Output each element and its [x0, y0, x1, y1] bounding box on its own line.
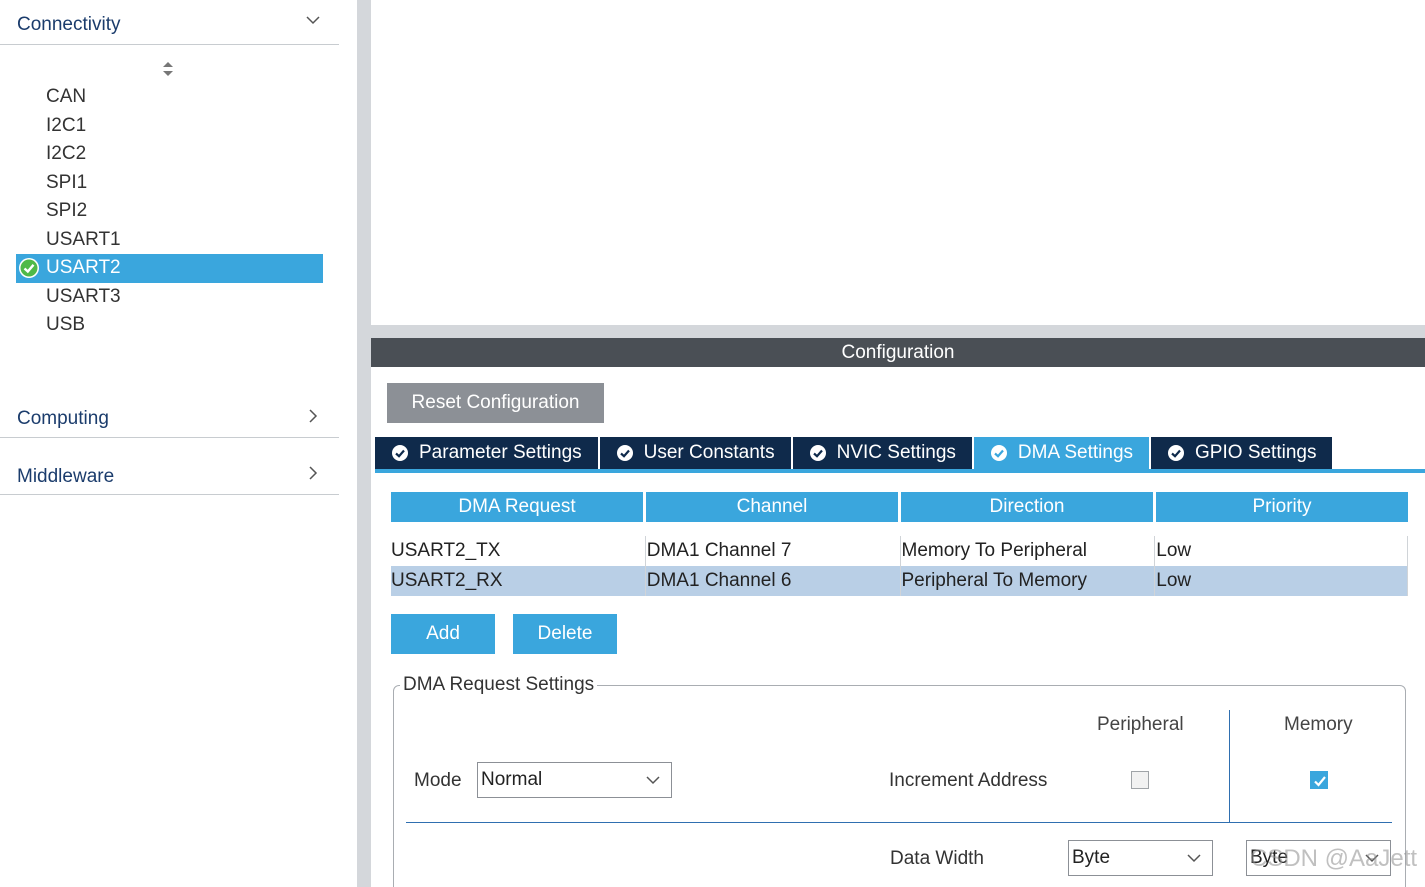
checkmark-icon: [1314, 776, 1326, 787]
column-divider: [1229, 710, 1230, 822]
category-panel: Connectivity CAN I2C1 I2C2 SPI1 SPI2 USA…: [0, 0, 357, 887]
dma-request-table: DMA Request Channel Direction Priority U…: [391, 492, 1408, 596]
peripheral-column-label: Peripheral: [1097, 714, 1184, 735]
tab-label: NVIC Settings: [836, 442, 956, 463]
peripheral-item-spi2[interactable]: SPI2: [16, 197, 323, 226]
cell-direction[interactable]: Memory To Peripheral: [901, 536, 1156, 566]
chevron-down-icon: [1187, 854, 1201, 863]
table-row[interactable]: USART2_TX DMA1 Channel 7 Memory To Perip…: [391, 536, 1407, 566]
peripheral-label: USART3: [46, 285, 121, 307]
peripheral-item-usart1[interactable]: USART1: [16, 226, 323, 255]
section-divider: [406, 822, 1392, 823]
tab-label: Parameter Settings: [419, 442, 582, 463]
peripheral-item-usart3[interactable]: USART3: [16, 283, 323, 312]
peripheral-list: CAN I2C1 I2C2 SPI1 SPI2 USART1 USART2 US…: [16, 83, 323, 340]
cell-channel[interactable]: DMA1 Channel 6: [646, 566, 901, 596]
data-width-peripheral-value: Byte: [1072, 847, 1111, 868]
memory-column-label: Memory: [1284, 714, 1353, 735]
peripheral-label: USB: [46, 314, 86, 335]
peripheral-item-i2c2[interactable]: I2C2: [16, 140, 323, 169]
peripheral-item-spi1[interactable]: SPI1: [16, 169, 323, 198]
peripheral-item-i2c1[interactable]: I2C1: [16, 112, 323, 141]
chevron-down-icon: [306, 16, 320, 25]
category-middleware[interactable]: Middleware: [0, 450, 339, 495]
cell-dma-request: USART2_RX: [391, 566, 646, 596]
increment-peripheral-checkbox[interactable]: [1131, 771, 1149, 789]
sort-icon[interactable]: [161, 60, 175, 78]
watermark: CSDN @AaJett: [1250, 845, 1418, 872]
check-circle-icon: [616, 445, 633, 461]
tab-parameter-settings[interactable]: Parameter Settings: [375, 437, 598, 469]
mode-value: Normal: [481, 769, 543, 790]
check-circle-icon: [19, 258, 39, 278]
category-connectivity[interactable]: Connectivity: [0, 0, 339, 45]
check-circle-icon: [392, 445, 408, 461]
chevron-right-icon: [309, 466, 318, 480]
check-circle-icon: [1168, 445, 1185, 461]
reset-configuration-button[interactable]: Reset Configuration: [387, 383, 604, 423]
stm32cubemx-window: Connectivity CAN I2C1 I2C2 SPI1 SPI2 USA…: [0, 0, 1425, 887]
table-header-row: DMA Request Channel Direction Priority: [391, 492, 1408, 522]
panel-splitter[interactable]: [357, 0, 371, 887]
tab-label: User Constants: [643, 442, 775, 463]
peripheral-label: USART1: [46, 228, 121, 250]
cell-priority[interactable]: Low: [1155, 536, 1407, 566]
tab-user-constants[interactable]: User Constants: [599, 437, 791, 469]
peripheral-label: I2C2: [46, 143, 87, 164]
data-width-peripheral-select[interactable]: Byte: [1068, 840, 1213, 876]
peripheral-label: USART2: [46, 257, 121, 278]
peripheral-item-usart2[interactable]: USART2: [16, 254, 323, 283]
mode-label: Mode: [414, 770, 462, 791]
chevron-right-icon: [309, 409, 318, 423]
configuration-header: Configuration: [371, 338, 1425, 367]
tab-underline: [375, 469, 1425, 473]
table-body: USART2_TX DMA1 Channel 7 Memory To Perip…: [391, 536, 1408, 596]
group-title: DMA Request Settings: [400, 674, 598, 696]
mode-select[interactable]: Normal: [477, 762, 672, 798]
check-circle-icon: [809, 445, 826, 461]
category-label: Connectivity: [17, 14, 121, 35]
tab-dma-settings[interactable]: DMA Settings: [973, 437, 1150, 469]
cell-direction[interactable]: Peripheral To Memory: [901, 566, 1156, 596]
cell-dma-request: USART2_TX: [391, 536, 646, 566]
peripheral-item-can[interactable]: CAN: [16, 83, 323, 112]
peripheral-label: CAN: [46, 86, 87, 107]
category-computing[interactable]: Computing: [0, 393, 339, 438]
category-label: Computing: [17, 408, 109, 429]
tab-label: DMA Settings: [1017, 442, 1134, 463]
column-header-direction[interactable]: Direction: [901, 492, 1156, 522]
horizontal-splitter[interactable]: [371, 326, 1425, 338]
cell-priority[interactable]: Low: [1155, 566, 1407, 596]
column-header-dma-request[interactable]: DMA Request: [391, 492, 646, 522]
data-width-label: Data Width: [890, 848, 984, 869]
config-tabs: Parameter Settings User Constants NVIC S…: [375, 437, 1334, 469]
table-row[interactable]: USART2_RX DMA1 Channel 6 Peripheral To M…: [391, 566, 1407, 596]
peripheral-label: I2C1: [46, 114, 87, 136]
column-header-channel[interactable]: Channel: [646, 492, 901, 522]
tab-nvic-settings[interactable]: NVIC Settings: [792, 437, 972, 469]
mode-panel: [371, 0, 1425, 326]
column-header-priority[interactable]: Priority: [1156, 492, 1408, 522]
increment-memory-checkbox[interactable]: [1310, 771, 1328, 789]
peripheral-label: SPI1: [46, 171, 88, 193]
peripheral-label: SPI2: [46, 200, 88, 221]
cell-channel[interactable]: DMA1 Channel 7: [646, 536, 901, 566]
add-button[interactable]: Add: [391, 614, 495, 654]
check-circle-icon: [990, 445, 1007, 461]
peripheral-item-usb[interactable]: USB: [16, 311, 323, 340]
chevron-down-icon: [646, 776, 660, 785]
category-label: Middleware: [17, 466, 115, 487]
increment-address-label: Increment Address: [889, 770, 1048, 791]
delete-button[interactable]: Delete: [513, 614, 617, 654]
tab-label: GPIO Settings: [1195, 442, 1317, 463]
tab-gpio-settings[interactable]: GPIO Settings: [1151, 437, 1333, 469]
